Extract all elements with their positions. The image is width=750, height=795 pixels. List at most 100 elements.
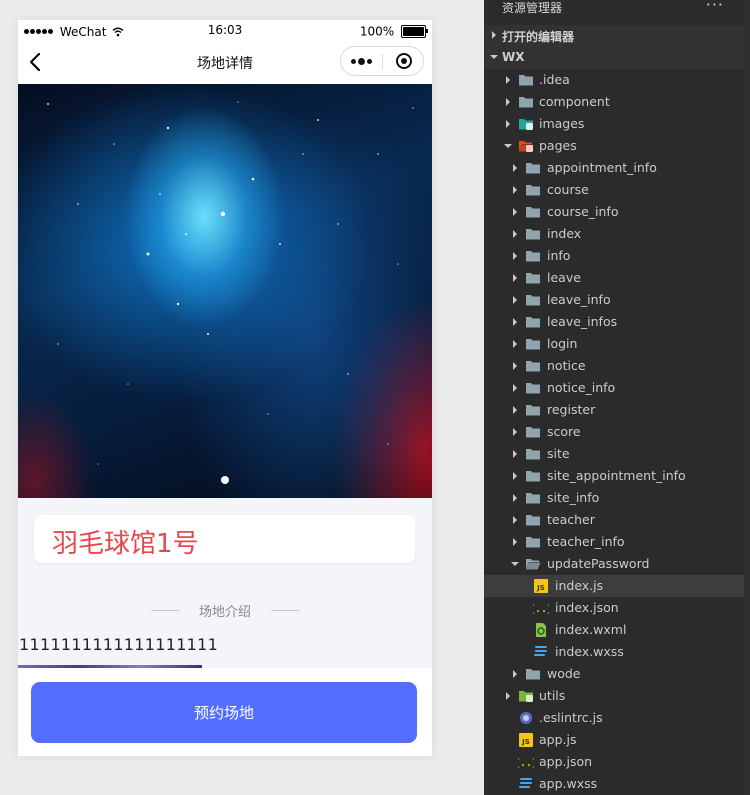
tree-item-label: appointment_info (547, 160, 657, 175)
tree-item-course[interactable]: course (484, 179, 750, 201)
more-menu-button[interactable] (341, 47, 382, 75)
tree-item-updatepassword[interactable]: updatePassword (484, 553, 750, 575)
json-icon: {..} (529, 601, 553, 615)
caret-right-icon[interactable] (511, 318, 519, 326)
dot-icon (351, 58, 356, 64)
tree-item-app-json[interactable]: {..} app.json (484, 751, 750, 773)
tree-item-label: utils (539, 688, 566, 703)
caret-right-icon[interactable] (511, 186, 519, 194)
folder-icon (525, 491, 541, 505)
caret-right-icon[interactable] (511, 516, 519, 524)
venue-image-carousel[interactable] (18, 84, 432, 498)
tree-item-component[interactable]: component (484, 91, 750, 113)
bottom-action-bar: 预约场地 (18, 668, 432, 756)
caret-right-icon[interactable] (504, 692, 512, 700)
tree-item-notice[interactable]: notice (484, 355, 750, 377)
tree-item-utils[interactable]: utils (484, 685, 750, 707)
carousel-dot-active[interactable] (221, 476, 229, 484)
caret-right-icon[interactable] (511, 296, 519, 304)
caret-right-icon[interactable] (511, 406, 519, 414)
tree-item-label: updatePassword (547, 556, 650, 571)
tree-item-register[interactable]: register (484, 399, 750, 421)
tree-item-label: site_info (547, 490, 600, 505)
tree-item-index[interactable]: index (484, 223, 750, 245)
caret-right-icon[interactable] (511, 340, 519, 348)
tree-item-site-appointment-info[interactable]: site_appointment_info (484, 465, 750, 487)
tree-item-idea[interactable]: .idea (484, 69, 750, 91)
divider-line (271, 610, 299, 611)
divider-line (150, 610, 179, 611)
svg-text:{..}: {..} (518, 758, 534, 769)
tree-item-index-js[interactable]: JS index.js (484, 575, 750, 597)
caret-right-icon[interactable] (504, 76, 512, 84)
caret-right-icon[interactable] (511, 230, 519, 238)
tree-item-course-info[interactable]: course_info (484, 201, 750, 223)
js-icon: JS (533, 579, 549, 593)
close-miniprogram-button[interactable] (383, 47, 424, 75)
caret-right-icon[interactable] (511, 252, 519, 260)
caret-right-icon[interactable] (511, 274, 519, 282)
tree-item-images[interactable]: images (484, 113, 750, 135)
caret-right-icon[interactable] (511, 670, 519, 678)
tree-item-label: teacher_info (547, 534, 625, 549)
tree-item-app-js[interactable]: JS app.js (484, 729, 750, 751)
tree-item-index-json[interactable]: {..} index.json (484, 597, 750, 619)
tree-item-label: pages (539, 138, 577, 153)
tree-item-appointment-info[interactable]: appointment_info (484, 157, 750, 179)
caret-right-icon[interactable] (511, 164, 519, 172)
tree-item-label: course_info (547, 204, 619, 219)
tree-item-pages[interactable]: pages (484, 135, 750, 157)
caret-right-icon[interactable] (511, 208, 519, 216)
tree-item-leave[interactable]: leave (484, 267, 750, 289)
book-venue-button[interactable]: 预约场地 (31, 682, 417, 743)
dot-icon (367, 58, 372, 64)
tree-item-eslintrc-js[interactable]: .eslintrc.js (484, 707, 750, 729)
folder-open-icon (525, 557, 541, 571)
tree-item-index-wxss[interactable]: index.wxss (484, 641, 750, 663)
caret-right-icon[interactable] (511, 538, 519, 546)
tree-item-label: leave (547, 270, 581, 285)
tree-item-info[interactable]: info (484, 245, 750, 267)
caret-down-icon (490, 55, 498, 59)
carousel-indicator (18, 469, 432, 488)
tree-item-app-wxss[interactable]: app.wxss (484, 773, 750, 795)
js-icon: JS (518, 733, 534, 747)
file-explorer-panel: 资源管理器 ··· 打开的编辑器 WX .idea component images… (484, 0, 750, 795)
status-bar: WeChat 16:03 100% (18, 20, 432, 42)
caret-right-icon[interactable] (511, 494, 519, 502)
tree-item-leave-info[interactable]: leave_info (484, 289, 750, 311)
caret-down-icon[interactable] (511, 560, 519, 568)
tree-item-teacher-info[interactable]: teacher_info (484, 531, 750, 553)
tree-item-index-wxml[interactable]: index.wxml (484, 619, 750, 641)
caret-right-icon[interactable] (504, 120, 512, 128)
tree-item-site-info[interactable]: site_info (484, 487, 750, 509)
tree-item-label: app.wxss (539, 776, 598, 791)
caret-down-icon[interactable] (504, 142, 512, 150)
caret-right-icon[interactable] (511, 428, 519, 436)
tree-item-leave-infos[interactable]: leave_infos (484, 311, 750, 333)
tree-item-site[interactable]: site (484, 443, 750, 465)
tree-item-notice-info[interactable]: notice_info (484, 377, 750, 399)
wxss-icon (533, 645, 549, 659)
caret-right-icon[interactable] (511, 450, 519, 458)
open-editors-section[interactable]: 打开的编辑器 (484, 25, 750, 47)
tree-item-score[interactable]: score (484, 421, 750, 443)
project-section[interactable]: WX (484, 47, 750, 69)
section-heading-text: 场地介绍 (198, 605, 251, 620)
folder-icon (525, 425, 541, 439)
tree-item-wode[interactable]: wode (484, 663, 750, 685)
tree-item-teacher[interactable]: teacher (484, 509, 750, 531)
tree-item-label: component (539, 94, 610, 109)
caret-right-icon[interactable] (511, 362, 519, 370)
folder-icon (525, 271, 541, 285)
tree-item-label: score (547, 424, 581, 439)
tree-item-label: app.js (539, 732, 577, 747)
tree-item-label: .eslintrc.js (539, 710, 603, 725)
tree-item-login[interactable]: login (484, 333, 750, 355)
more-actions-icon[interactable]: ··· (706, 0, 724, 14)
caret-right-icon[interactable] (504, 98, 512, 106)
eslint-icon (518, 711, 534, 725)
caret-right-icon[interactable] (511, 384, 519, 392)
scrollbar-track[interactable] (744, 0, 750, 795)
caret-right-icon[interactable] (511, 472, 519, 480)
